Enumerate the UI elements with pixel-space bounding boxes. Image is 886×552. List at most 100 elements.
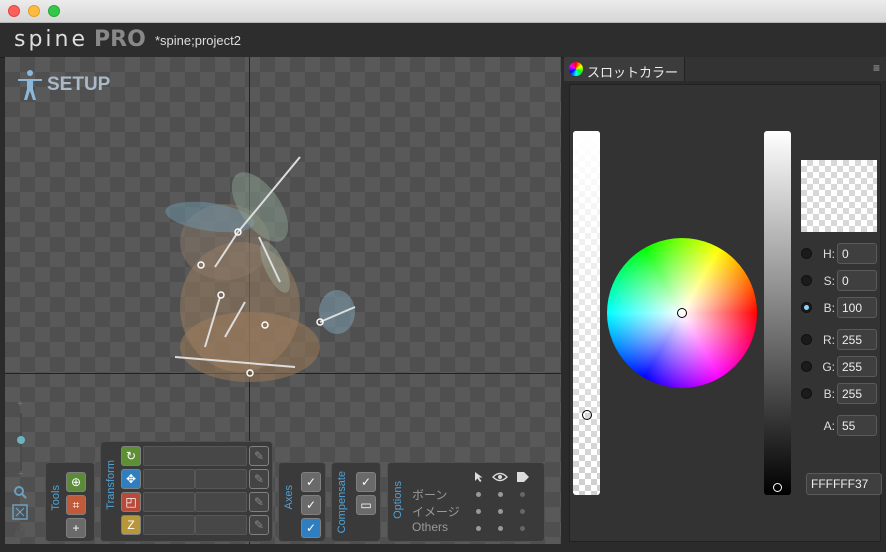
- zoom-handle[interactable]: [17, 436, 25, 444]
- field-input-r[interactable]: 255: [837, 329, 877, 350]
- editor-viewport[interactable]: SETUP + − Tools ⊕ ⌗ + Transform ↻ ✥ ◰ Z …: [5, 57, 561, 544]
- transform-panel: Transform ↻ ✥ ◰ Z ✎ ✎ ✎ ✎: [100, 441, 273, 542]
- field-label-a: A:: [823, 419, 835, 433]
- compensate-label: Compensate: [336, 471, 348, 534]
- color-picker: H: 0 S: 0 B: 100 R: 255 G: 255 B: 255 A: 55 FFF…: [569, 84, 882, 542]
- compensate-images-button[interactable]: ▭: [356, 495, 376, 515]
- translate-x-field[interactable]: [143, 469, 195, 489]
- brightness-handle[interactable]: [773, 483, 782, 492]
- fit-icon[interactable]: [12, 504, 28, 520]
- hex-input[interactable]: FFFFFF37: [806, 473, 882, 495]
- rotate-icon[interactable]: ↻: [121, 446, 141, 466]
- alpha-slider[interactable]: [573, 131, 600, 495]
- spine-logo[interactable]: spine PRO: [14, 27, 146, 52]
- brightness-slider[interactable]: [764, 131, 791, 495]
- mode-radio-s[interactable]: [801, 275, 812, 286]
- others-select-toggle[interactable]: [476, 526, 481, 531]
- field-label-h: H:: [823, 247, 835, 261]
- maximize-window-button[interactable]: [48, 5, 60, 17]
- shear-lock-button[interactable]: ✎: [249, 515, 269, 535]
- others-visible-toggle[interactable]: [498, 526, 503, 531]
- eye-icon: [492, 472, 508, 482]
- menu-icon[interactable]: ≡: [873, 61, 880, 75]
- mode-radio-h[interactable]: [801, 248, 812, 259]
- bones-select-toggle[interactable]: [476, 492, 481, 497]
- transform-label: Transform: [105, 460, 117, 510]
- others-name-toggle[interactable]: [520, 526, 525, 531]
- field-input-s[interactable]: 0: [837, 270, 877, 291]
- setup-mode-indicator: SETUP: [17, 69, 110, 101]
- options-label: Options: [392, 481, 404, 519]
- tag-icon: [517, 472, 529, 482]
- field-input-brightness[interactable]: 100: [837, 297, 877, 318]
- scale-y-field[interactable]: [195, 492, 247, 512]
- images-select-toggle[interactable]: [476, 509, 481, 514]
- mode-radio-brightness[interactable]: [801, 302, 812, 313]
- tab-slot-color[interactable]: スロットカラー: [564, 57, 685, 81]
- slot-color-panel: スロットカラー ≡ H: 0 S: 0 B: 100 R: 255 G: 255 B: 25…: [564, 57, 886, 544]
- scale-x-field[interactable]: [143, 492, 195, 512]
- field-input-h[interactable]: 0: [837, 243, 877, 264]
- shear-y-field[interactable]: [195, 515, 247, 535]
- axes-world-button[interactable]: ✓: [301, 518, 321, 538]
- shear-x-field[interactable]: [143, 515, 195, 535]
- field-label-brightness: B:: [823, 301, 835, 315]
- bones-name-toggle[interactable]: [520, 492, 525, 497]
- create-tool-button[interactable]: +: [66, 518, 86, 538]
- field-input-g[interactable]: 255: [837, 356, 877, 377]
- field-input-blue[interactable]: 255: [837, 383, 877, 404]
- axes-label: Axes: [283, 485, 295, 510]
- pointer-icon: [475, 472, 483, 482]
- compensate-panel: Compensate ✓ ▭: [331, 462, 381, 542]
- translate-lock-button[interactable]: ✎: [249, 469, 269, 489]
- field-label-g: G:: [822, 360, 835, 374]
- axes-panel: Axes ✓ ✓ ✓: [278, 462, 326, 542]
- images-visible-toggle[interactable]: [498, 509, 503, 514]
- tools-panel: Tools ⊕ ⌗ +: [45, 462, 95, 542]
- shear-icon[interactable]: Z: [121, 515, 141, 535]
- app-header: spine PRO *spine;project2: [0, 23, 886, 58]
- mode-radio-g[interactable]: [801, 361, 812, 372]
- weights-tool-button[interactable]: ⌗: [66, 495, 86, 515]
- mode-radio-r[interactable]: [801, 334, 812, 345]
- logo-edition: PRO: [94, 27, 146, 52]
- wheel-handle[interactable]: [677, 308, 687, 318]
- axes-local-button[interactable]: ✓: [301, 472, 321, 492]
- axes-parent-button[interactable]: ✓: [301, 495, 321, 515]
- option-row-bones: ボーン: [412, 488, 448, 502]
- tab-label: スロットカラー: [587, 65, 679, 80]
- close-window-button[interactable]: [8, 5, 20, 17]
- bones-visible-toggle[interactable]: [498, 492, 503, 497]
- translate-icon[interactable]: ✥: [121, 469, 141, 489]
- setup-label: SETUP: [47, 74, 111, 95]
- skeleton-character[interactable]: [155, 147, 365, 392]
- pose-tool-button[interactable]: ⊕: [66, 472, 86, 492]
- mode-radio-blue[interactable]: [801, 388, 812, 399]
- minimize-window-button[interactable]: [28, 5, 40, 17]
- images-name-toggle[interactable]: [520, 509, 525, 514]
- alpha-handle[interactable]: [582, 410, 592, 420]
- field-label-r: R:: [823, 333, 835, 347]
- lock-icon[interactable]: [14, 525, 26, 539]
- spine-figure-icon: [18, 70, 42, 100]
- field-input-a[interactable]: 55: [837, 415, 877, 436]
- logo-text: spine: [14, 27, 89, 52]
- options-panel: Options ボーン イメージ Others: [387, 462, 545, 542]
- zoom-icon[interactable]: [13, 485, 27, 499]
- color-wheel[interactable]: [607, 238, 757, 388]
- scale-icon[interactable]: ◰: [121, 492, 141, 512]
- translate-y-field[interactable]: [195, 469, 247, 489]
- field-label-s: S:: [823, 274, 835, 288]
- rotate-lock-button[interactable]: ✎: [249, 446, 269, 466]
- panel-tab-header: スロットカラー ≡: [564, 57, 886, 81]
- window-titlebar: [0, 0, 886, 23]
- tools-label: Tools: [50, 485, 62, 511]
- field-label-blue: B:: [823, 387, 835, 401]
- option-row-others: Others: [412, 520, 449, 534]
- color-wheel-icon: [569, 62, 583, 76]
- compensate-bones-button[interactable]: ✓: [356, 472, 376, 492]
- option-row-images: イメージ: [412, 505, 460, 519]
- scale-lock-button[interactable]: ✎: [249, 492, 269, 512]
- rotate-field[interactable]: [143, 446, 247, 466]
- color-preview: [801, 160, 877, 232]
